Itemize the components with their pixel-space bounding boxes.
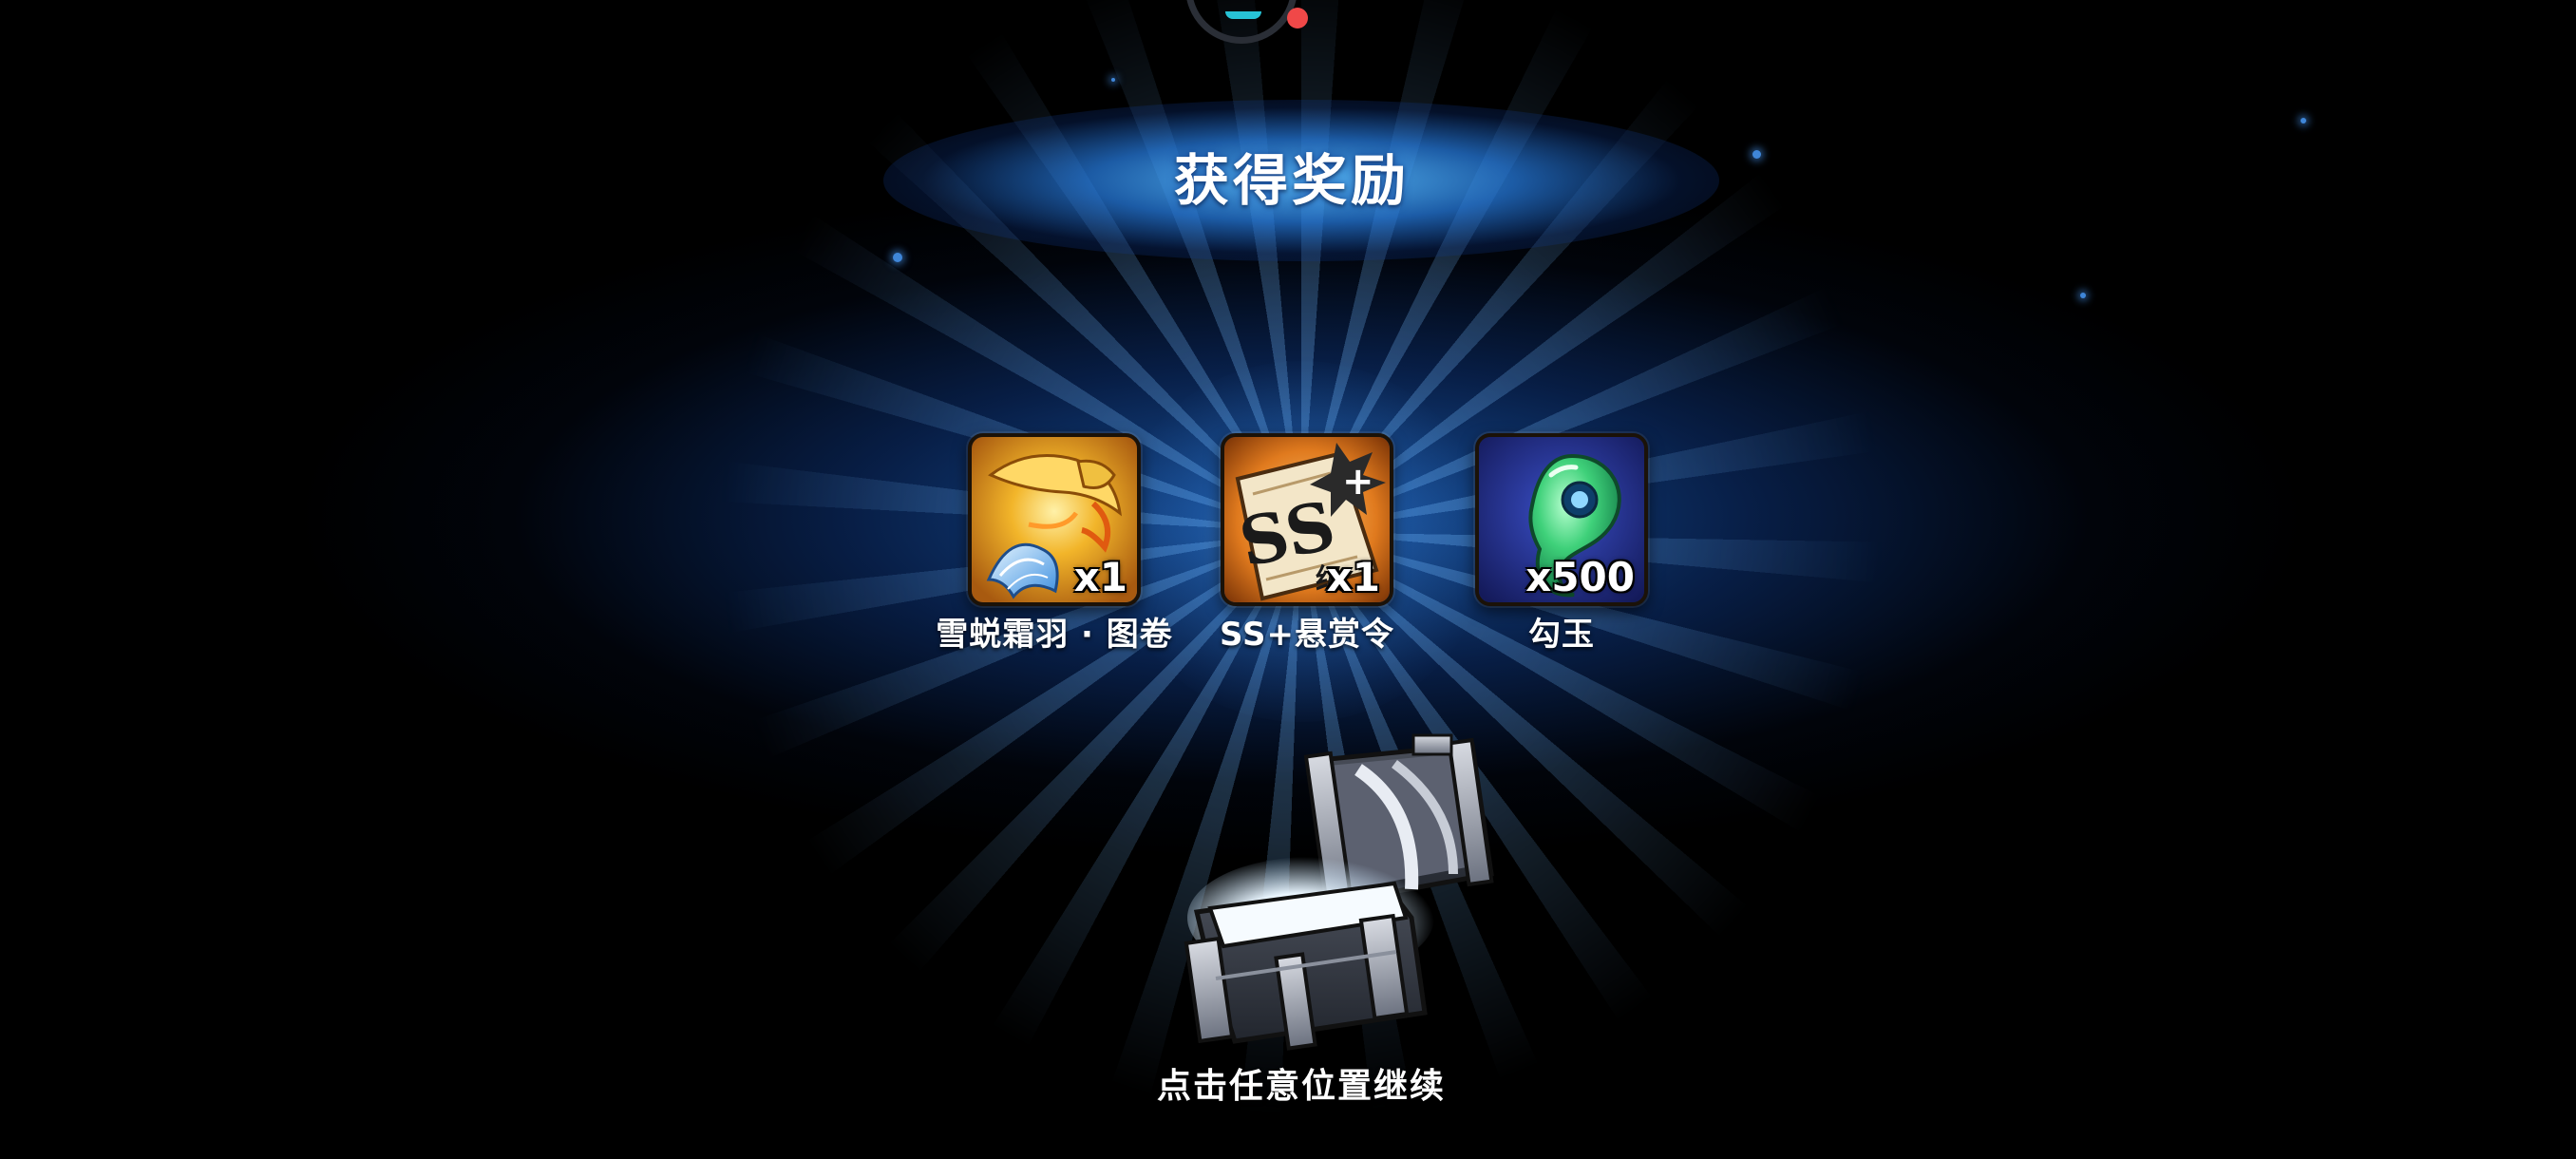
sparkle-icon <box>893 253 902 262</box>
treasure-chest-icon <box>1178 732 1501 1054</box>
ss-plus-text: + <box>1342 460 1374 504</box>
status-arc-icon <box>1225 11 1261 19</box>
continue-prompt: 点击任意位置继续 <box>1156 1067 1446 1106</box>
reward-quantity: x1 <box>1073 554 1127 600</box>
reward-title: 获得奖励 <box>1173 148 1410 213</box>
sparkle-icon <box>2080 293 2086 298</box>
sparkle-icon <box>1111 78 1115 82</box>
reward-quantity: x1 <box>1326 554 1380 600</box>
scroll-icon: x1 <box>968 433 1141 606</box>
reward-screen[interactable]: 获得奖励 x1 雪蜕霜羽 · 图卷 SS + 级 x1 SS+悬赏令 x500 … <box>0 0 2576 1159</box>
reward-name: 勾玉 <box>1528 616 1595 654</box>
sparkle-icon <box>2301 118 2306 124</box>
sparkle-icon <box>1752 150 1761 159</box>
reward-item-magatama[interactable]: x500 勾玉 <box>1419 433 1704 661</box>
magatama-icon: x500 <box>1475 433 1648 606</box>
bounty-order-icon: SS + 级 x1 <box>1221 433 1393 606</box>
reward-quantity: x500 <box>1525 554 1635 600</box>
notification-dot-icon <box>1287 8 1308 28</box>
